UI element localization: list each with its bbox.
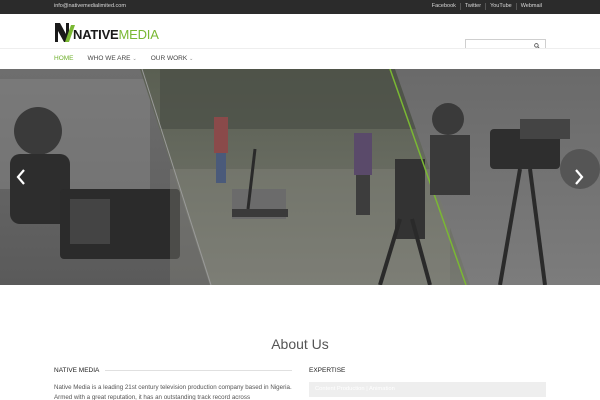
site-header: NATIVEMEDIA: [0, 14, 600, 58]
hero-slider: [0, 69, 600, 285]
facebook-link[interactable]: Facebook: [428, 3, 460, 10]
chevron-left-icon: [16, 169, 25, 185]
hero-image: [0, 69, 600, 285]
chevron-down-icon: ⌄: [189, 55, 194, 62]
about-title: About Us: [271, 336, 329, 352]
nav-item-home[interactable]: HOME: [54, 55, 74, 62]
expertise-accordion-item[interactable]: Content Production | Animation: [309, 382, 546, 397]
slider-prev-button[interactable]: [14, 167, 28, 187]
chevron-right-icon: [575, 169, 584, 185]
twitter-link[interactable]: Twitter: [459, 3, 485, 10]
logo-wordmark: NATIVEMEDIA: [73, 27, 159, 42]
top-bar: info@nativemedialimited.com Facebook Twi…: [0, 0, 600, 14]
webmail-link[interactable]: Webmail: [515, 3, 546, 10]
slider-next-button[interactable]: [572, 167, 586, 187]
youtube-link[interactable]: YouTube: [485, 3, 516, 10]
section-heading: EXPERTISE: [309, 367, 346, 374]
expertise-section: EXPERTISE Content Production | Animation: [309, 367, 546, 397]
social-links: Facebook Twitter YouTube Webmail: [428, 3, 546, 10]
main-nav: HOME WHO WE ARE ⌄ OUR WORK ⌄: [0, 48, 600, 69]
site-logo[interactable]: NATIVEMEDIA: [54, 21, 159, 43]
page: info@nativemedialimited.com Facebook Twi…: [0, 0, 600, 400]
contact-email-link[interactable]: info@nativemedialimited.com: [54, 3, 126, 9]
nav-item-who-we-are[interactable]: WHO WE ARE ⌄: [88, 55, 137, 62]
about-paragraph: Native Media is a leading 21st century t…: [54, 384, 292, 400]
nav-item-our-work[interactable]: OUR WORK ⌄: [151, 55, 194, 62]
chevron-down-icon: ⌄: [132, 55, 137, 62]
section-heading: NATIVE MEDIA: [54, 367, 292, 374]
about-native-media: NATIVE MEDIA Native Media is a leading 2…: [54, 367, 292, 400]
